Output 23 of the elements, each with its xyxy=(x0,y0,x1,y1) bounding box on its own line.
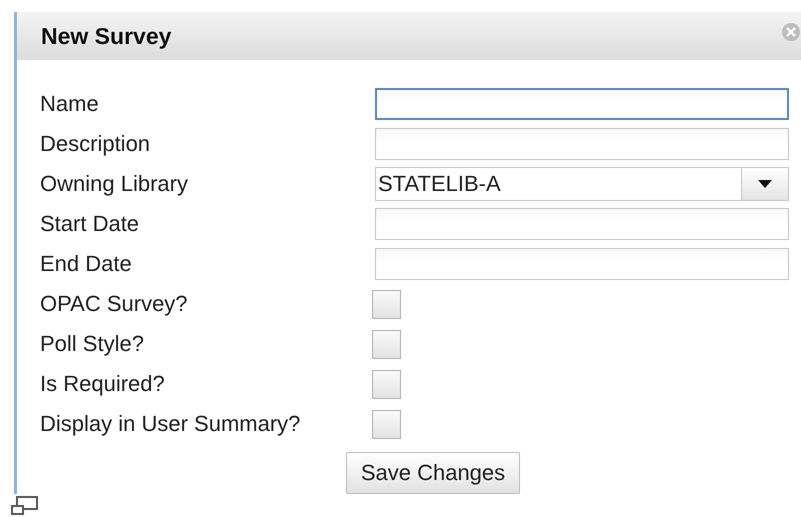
field-label: OPAC Survey? xyxy=(40,291,189,317)
field-label: Owning Library xyxy=(40,171,189,197)
text-field[interactable] xyxy=(375,248,789,280)
field-label: End Date xyxy=(40,251,133,277)
text-field[interactable] xyxy=(375,128,789,160)
caret-icon xyxy=(758,180,772,188)
field-label: Description xyxy=(40,131,152,157)
text-field[interactable] xyxy=(375,88,789,120)
save-button[interactable]: Save Changes xyxy=(346,452,520,494)
checkbox[interactable] xyxy=(372,370,401,398)
field-label: Poll Style? xyxy=(40,331,145,357)
dialog-title: New Survey xyxy=(41,22,172,50)
field-label: Display in User Summary? xyxy=(40,411,302,437)
field-label: Name xyxy=(40,91,100,117)
checkbox[interactable] xyxy=(372,290,401,318)
checkbox[interactable] xyxy=(372,330,401,358)
field-label: Is Required? xyxy=(40,371,166,397)
library-dropdown[interactable]: STATELIB-A xyxy=(375,167,789,201)
field-label: Start Date xyxy=(40,211,140,237)
checkbox[interactable] xyxy=(372,410,401,438)
resize-icon[interactable] xyxy=(10,494,40,516)
close-icon[interactable] xyxy=(781,22,801,42)
text-field[interactable] xyxy=(375,208,789,240)
